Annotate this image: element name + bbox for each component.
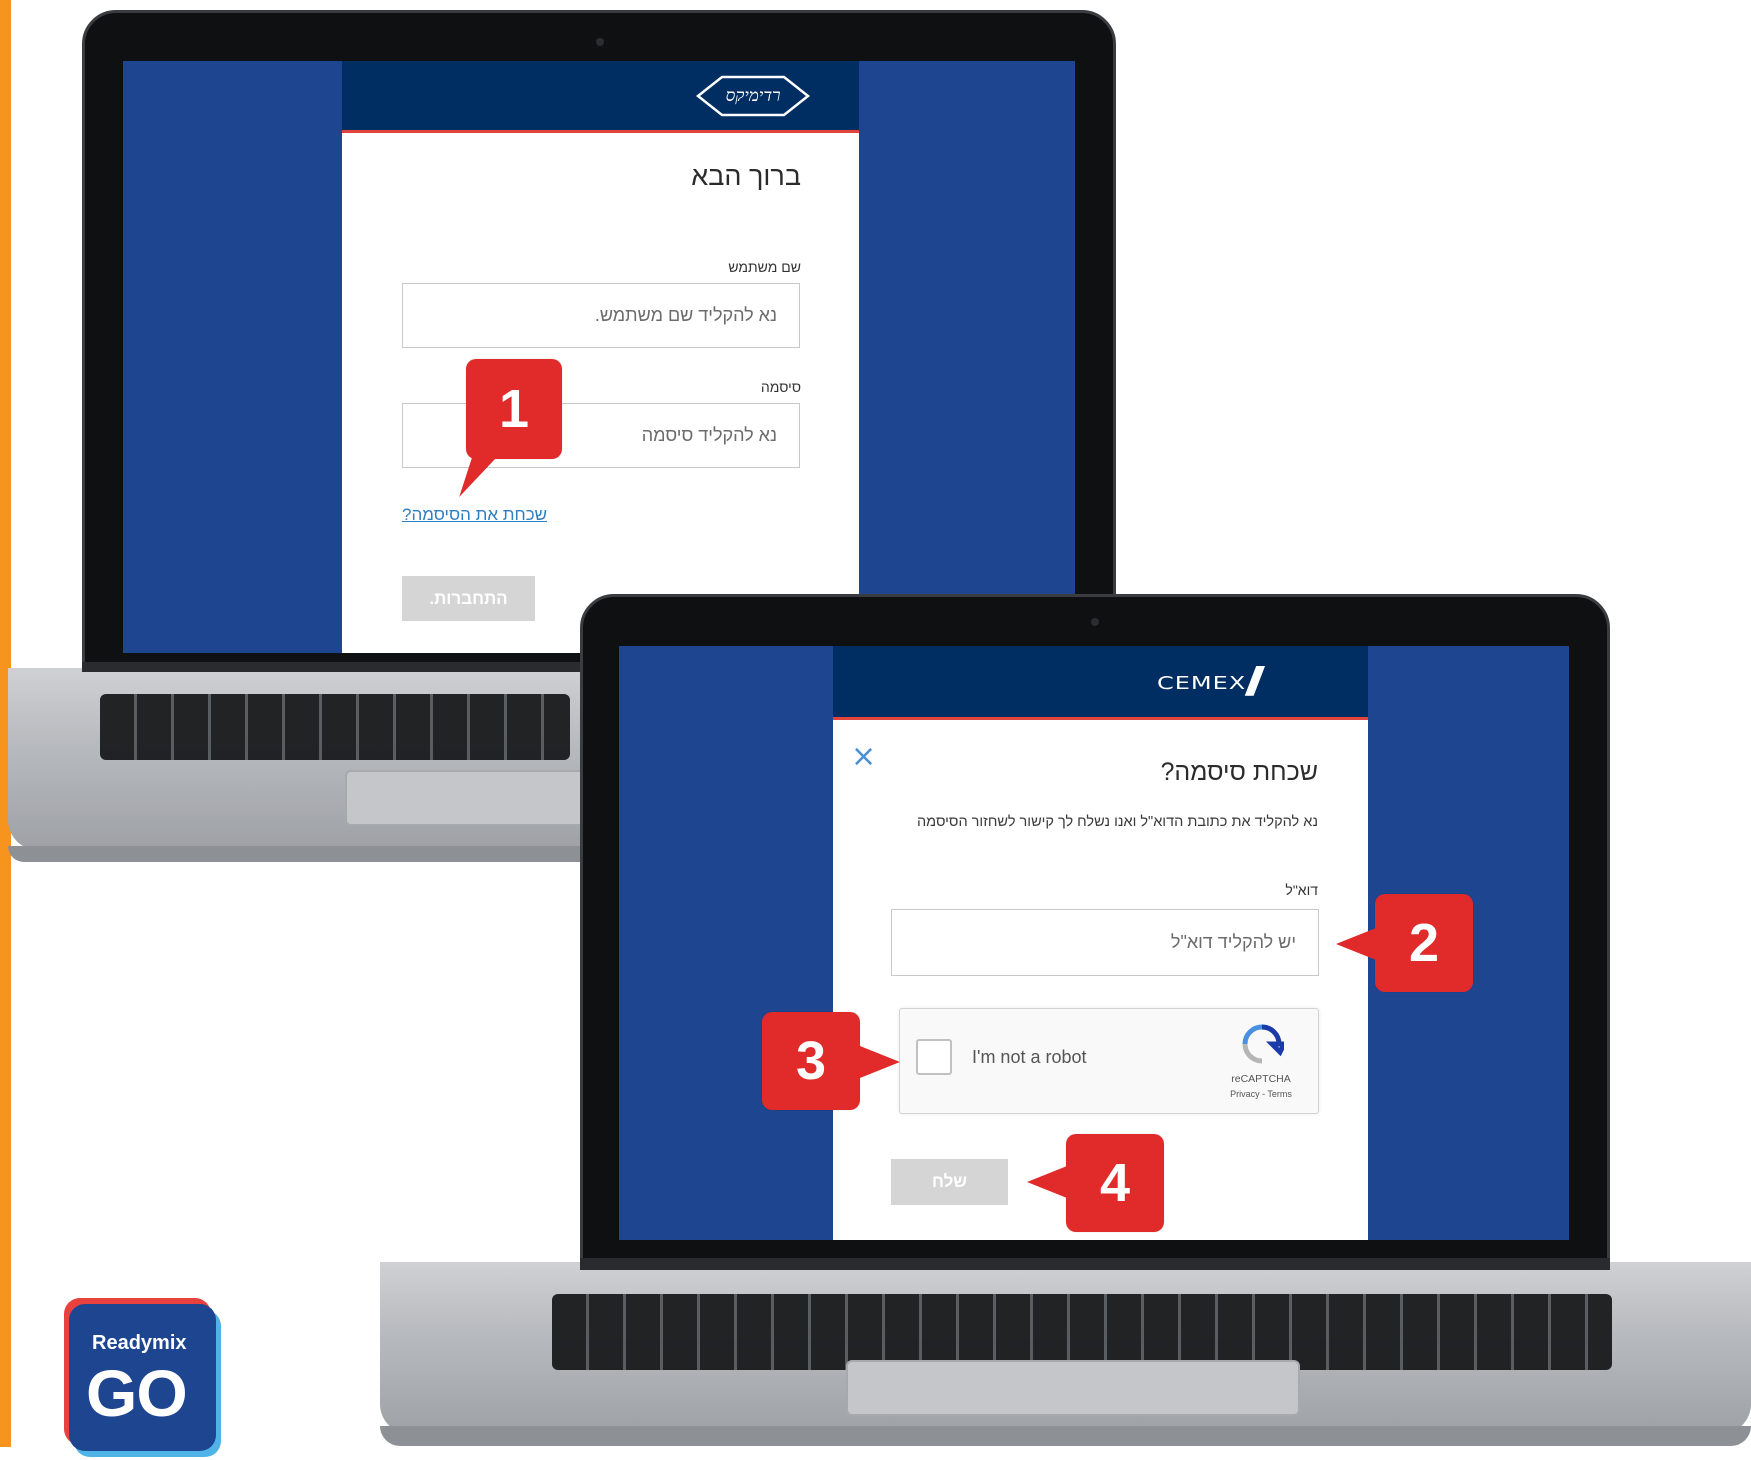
username-label: שם משתמש bbox=[728, 259, 801, 275]
forgot-password-link[interactable]: שכחת את הסיסמה? bbox=[402, 505, 547, 525]
callout-3-pointer bbox=[860, 1046, 900, 1078]
captcha-privacy-terms[interactable]: Privacy - Terms bbox=[1216, 1089, 1306, 1099]
login-header: רדימיקס bbox=[342, 61, 859, 133]
trackpad bbox=[345, 770, 599, 826]
callout-4: 4 bbox=[1066, 1134, 1164, 1232]
webcam bbox=[596, 38, 604, 46]
callout-4-pointer bbox=[1027, 1166, 1067, 1198]
captcha-checkbox[interactable] bbox=[916, 1039, 952, 1075]
captcha-brand: reCAPTCHA bbox=[1231, 1073, 1291, 1085]
recaptcha-logo-icon bbox=[1242, 1024, 1284, 1064]
cemex-logo-slashes: // bbox=[1246, 660, 1261, 704]
email-label: דוא"ל bbox=[1285, 882, 1318, 898]
username-input[interactable]: נא להקליד שם משתמש. bbox=[402, 283, 800, 348]
keyboard bbox=[552, 1294, 1612, 1370]
password-placeholder: נא להקליד סיסמה bbox=[641, 425, 777, 445]
welcome-title: ברוך הבא bbox=[691, 161, 801, 191]
laptop-base-edge bbox=[380, 1426, 1751, 1446]
cemex-logo: // CEMEX bbox=[1151, 660, 1262, 705]
callout-1: 1 bbox=[466, 359, 562, 459]
keyboard bbox=[100, 694, 570, 760]
username-placeholder: נא להקליד שם משתמש. bbox=[594, 305, 777, 325]
trackpad bbox=[846, 1360, 1300, 1416]
login-button[interactable]: התחברות. bbox=[402, 576, 535, 621]
webcam bbox=[1091, 618, 1099, 626]
cemex-logo-text: CEMEX bbox=[1157, 672, 1247, 693]
email-placeholder: יש להקליד דוא"ל bbox=[1170, 932, 1296, 952]
password-label: סיסמה bbox=[760, 379, 801, 395]
login-panel: רדימיקס ברוך הבא שם משתמש נא להקליד שם מ… bbox=[342, 61, 859, 653]
send-button[interactable]: שלח bbox=[891, 1159, 1008, 1205]
close-icon[interactable]: × bbox=[851, 742, 876, 772]
logo-text: רדימיקס bbox=[725, 86, 781, 106]
readymix-go-badge: Readymix GO bbox=[64, 1298, 224, 1460]
laptop-hinge bbox=[580, 1258, 1610, 1270]
forgot-title: שכחת סיסמה? bbox=[1160, 758, 1318, 786]
badge-big-text: GO bbox=[86, 1356, 188, 1430]
callout-2: 2 bbox=[1375, 894, 1473, 992]
password-input[interactable]: נא להקליד סיסמה bbox=[402, 403, 800, 468]
email-input[interactable]: יש להקליד דוא"ל bbox=[891, 909, 1319, 976]
readymix-logo: רדימיקס bbox=[694, 73, 812, 119]
callout-2-pointer bbox=[1336, 928, 1376, 960]
badge-small-text: Readymix bbox=[92, 1332, 187, 1354]
callout-3: 3 bbox=[762, 1012, 860, 1110]
login-screen: רדימיקס ברוך הבא שם משתמש נא להקליד שם מ… bbox=[123, 61, 1075, 653]
forgot-header: // CEMEX bbox=[833, 646, 1368, 720]
captcha-label: I'm not a robot bbox=[972, 1047, 1087, 1067]
forgot-description: נא להקליד את כתובת הדוא"ל ואנו נשלח לך ק… bbox=[916, 814, 1318, 830]
recaptcha-widget: I'm not a robot reCAPTCHA Privacy - Term… bbox=[899, 1008, 1319, 1114]
